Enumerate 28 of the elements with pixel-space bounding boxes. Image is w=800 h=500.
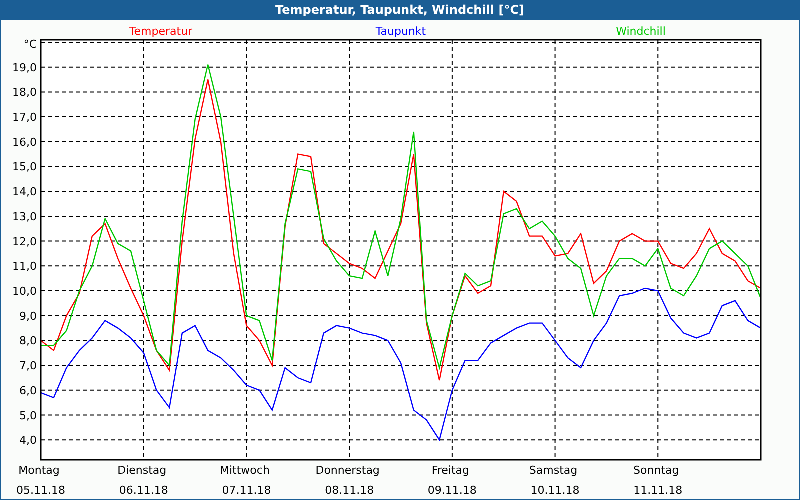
chart-title: Temperatur, Taupunkt, Windchill [°C] <box>276 3 524 17</box>
legend-label: Windchill <box>616 25 666 38</box>
axis-tick-label: 4,0 <box>20 434 37 448</box>
axis-tick-label: Freitag 09.11.18 <box>428 464 477 497</box>
axis-tick-label: 16,0 <box>12 136 37 149</box>
legend-label: Temperatur <box>129 25 193 38</box>
axis-tick-label: 18,0 <box>12 86 37 100</box>
axis-tick-label: 5,0 <box>20 409 37 422</box>
axis-tick-label: 7,0 <box>20 360 37 373</box>
axis-tick-label: Donnerstag 08.11.18 <box>316 464 380 497</box>
axis-tick-label: 6,0 <box>20 384 37 398</box>
axis-tick-label: Sonntag 11.11.18 <box>634 464 683 497</box>
axis-tick-label: 15,0 <box>12 160 37 174</box>
axis-tick-label: 9,0 <box>20 310 37 323</box>
axis-tick-label: 13,0 <box>12 210 37 224</box>
axis-tick-label: Dienstag 06.11.18 <box>118 464 168 497</box>
axis-tick-label: 17,0 <box>12 111 37 124</box>
legend-label: Taupunkt <box>376 25 426 38</box>
axis-tick-label: 11,0 <box>12 260 37 274</box>
axis-tick-label: 14,0 <box>12 186 37 199</box>
axis-unit-label: °C <box>24 38 37 51</box>
axis-tick-label: 19,0 <box>12 61 37 74</box>
axis-tick-label: Montag 05.11.18 <box>16 464 66 497</box>
axis-tick-label: 12,0 <box>12 235 37 248</box>
axis-tick-label: 10,0 <box>12 285 37 298</box>
axis-tick-label: Samstag 10.11.18 <box>529 464 580 497</box>
axis-tick-label: 8,0 <box>20 334 37 348</box>
axis-tick-label: Mittwoch 07.11.18 <box>220 464 272 497</box>
